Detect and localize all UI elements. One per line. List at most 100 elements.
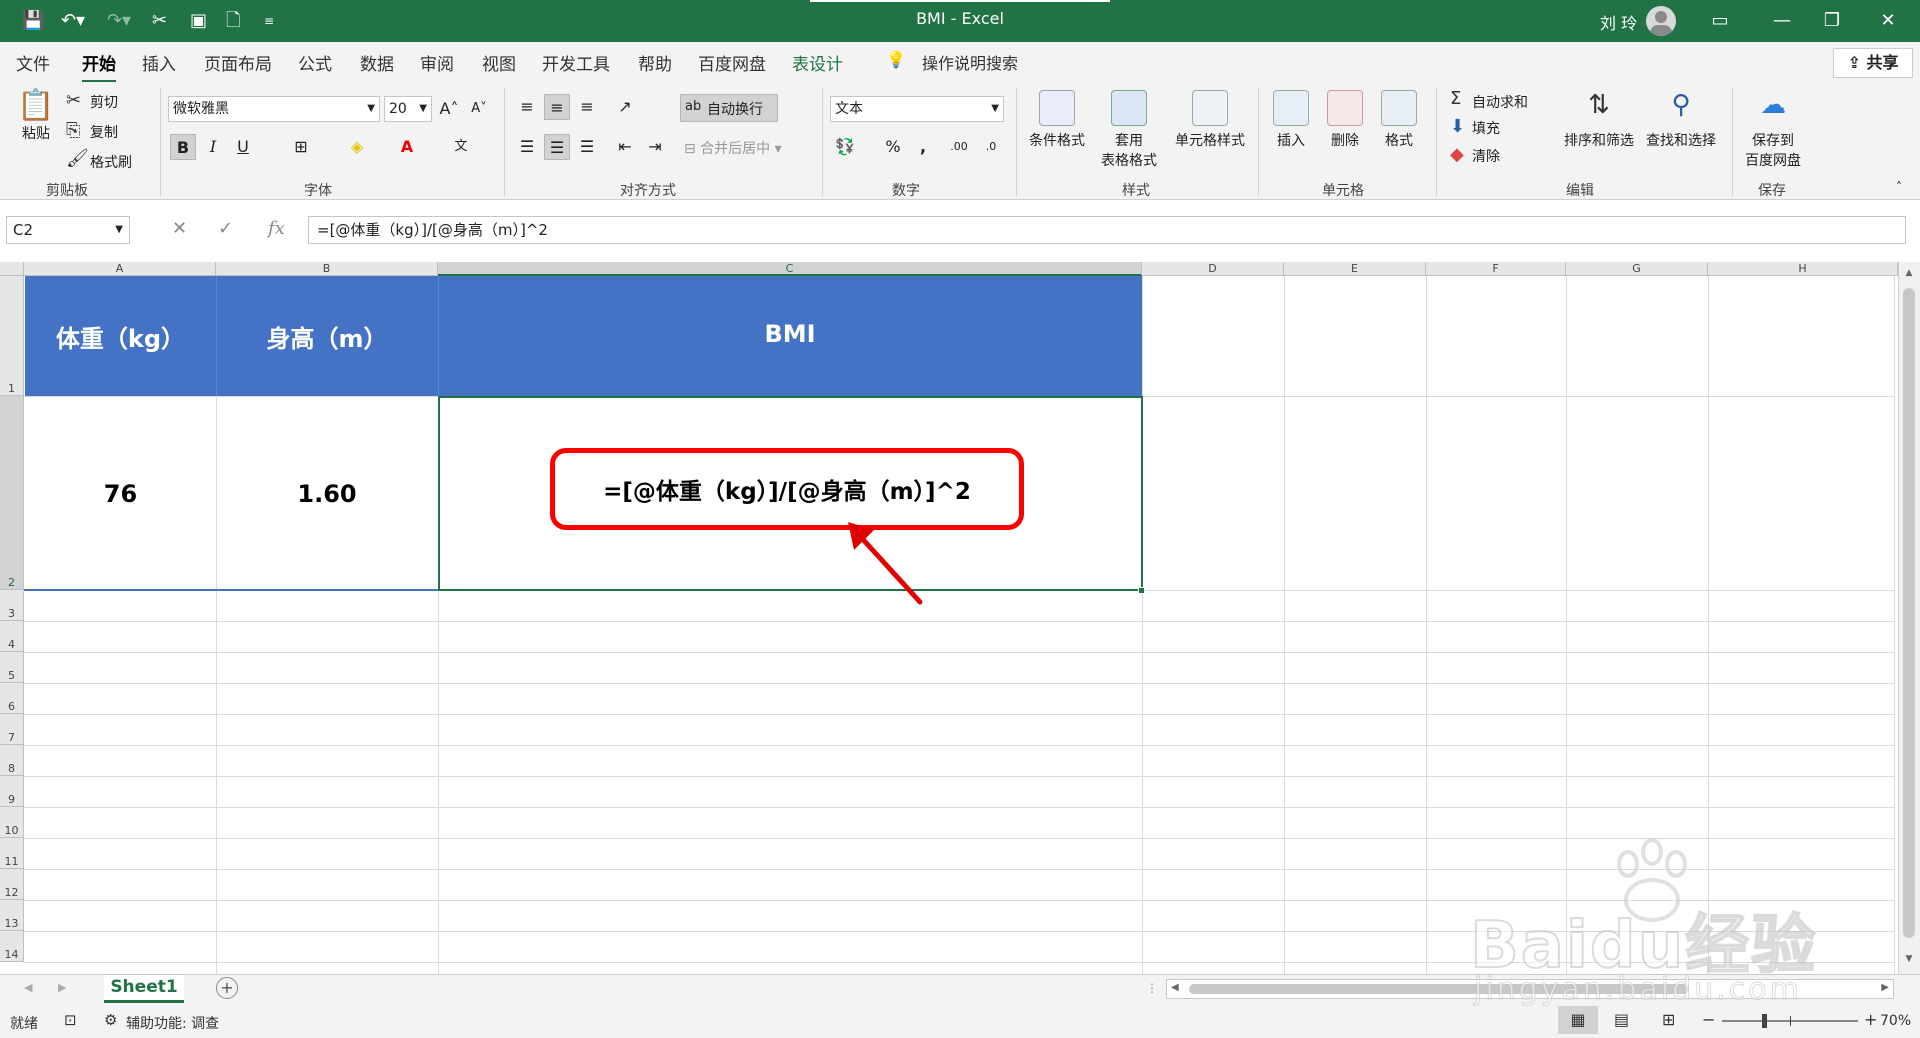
save-baidu-button[interactable]: ☁ 保存到 百度网盘 (1740, 90, 1806, 170)
italic-button[interactable]: I (200, 134, 226, 160)
collapse-ribbon-icon[interactable]: ˄ (1896, 180, 1902, 194)
formula-input[interactable]: =[@体重（kg）]/[@身高（m）]^2 (308, 216, 1906, 244)
row-header-4[interactable]: 4 (0, 621, 24, 652)
tab-help[interactable]: 帮助 (638, 50, 672, 75)
select-all-corner[interactable] (0, 262, 24, 276)
fill-color-icon[interactable]: ◈ (344, 134, 370, 160)
row-header-13[interactable]: 13 (0, 900, 24, 931)
sheet-tab-sheet1[interactable]: Sheet1 (104, 975, 184, 1003)
enter-icon[interactable]: ✓ (218, 218, 233, 239)
tab-review[interactable]: 审阅 (420, 50, 454, 75)
align-middle-icon[interactable]: ≡ (544, 94, 570, 120)
column-header-d[interactable]: D (1142, 262, 1284, 276)
insert-function-icon[interactable]: fx (268, 218, 285, 239)
border-icon[interactable]: ⊞ (288, 134, 314, 160)
cell-c1[interactable]: BMI (438, 276, 1142, 392)
avatar[interactable] (1646, 6, 1676, 36)
row-header-10[interactable]: 10 (0, 807, 24, 838)
accessibility-status[interactable]: 辅助功能: 调查 (126, 1013, 219, 1033)
row-header-6[interactable]: 6 (0, 683, 24, 714)
paste-button[interactable]: 📋 粘贴 (14, 88, 58, 143)
align-top-icon[interactable]: ≡ (514, 94, 540, 120)
split-handle-icon[interactable]: ⋮ (1146, 981, 1158, 995)
font-shrink-icon[interactable]: A˅ (466, 96, 492, 122)
tab-file[interactable]: 文件 (16, 50, 50, 75)
wrap-text-button[interactable]: ab 自动换行 (680, 94, 778, 122)
row-header-5[interactable]: 5 (0, 652, 24, 683)
row-header-9[interactable]: 9 (0, 776, 24, 807)
sort-filter-button[interactable]: ⇅ 排序和筛选 (1560, 90, 1638, 150)
scroll-right-icon[interactable]: ▶ (1881, 982, 1889, 993)
fill-button[interactable]: 填充 (1472, 118, 1500, 138)
format-painter-button[interactable]: 格式刷 (90, 152, 132, 172)
align-center-icon[interactable]: ☰ (544, 134, 570, 160)
column-header-a[interactable]: A (24, 262, 216, 276)
cell-styles-button[interactable]: 单元格样式 (1168, 90, 1252, 150)
column-header-e[interactable]: E (1284, 262, 1426, 276)
accessibility-icon[interactable]: ⚙ (104, 1011, 117, 1029)
font-grow-icon[interactable]: A˄ (436, 96, 462, 122)
normal-view-icon[interactable]: ▦ (1558, 1006, 1598, 1034)
indent-decrease-icon[interactable]: ⇤ (612, 134, 638, 160)
cancel-icon[interactable]: ✕ (172, 218, 187, 239)
tab-baidu-pan[interactable]: 百度网盘 (698, 50, 766, 75)
merge-center-button[interactable]: ⊟ 合并后居中 ▾ (684, 138, 782, 158)
row-header-8[interactable]: 8 (0, 745, 24, 776)
tab-formulas[interactable]: 公式 (298, 50, 332, 75)
scroll-down-icon[interactable]: ▼ (1902, 954, 1916, 968)
indent-increase-icon[interactable]: ⇥ (642, 134, 668, 160)
comma-button[interactable]: , (910, 134, 936, 160)
fill-handle[interactable] (1138, 587, 1145, 594)
tab-view[interactable]: 视图 (482, 50, 516, 75)
number-format-combo[interactable]: 文本 ▼ (830, 96, 1004, 122)
underline-button[interactable]: U (230, 134, 256, 160)
sheet-prev-icon[interactable]: ◀ (24, 981, 32, 994)
vertical-scrollbar[interactable]: ▲ ▼ (1898, 262, 1920, 978)
row-header-3[interactable]: 3 (0, 590, 24, 621)
close-icon[interactable]: ✕ (1868, 6, 1908, 36)
cell-b2[interactable]: 1.60 (216, 397, 438, 590)
orientation-icon[interactable]: ↗ (612, 94, 638, 120)
font-color-icon[interactable]: A (394, 134, 420, 160)
clear-button[interactable]: 清除 (1472, 146, 1500, 166)
sheet-next-icon[interactable]: ▶ (58, 981, 66, 994)
restore-icon[interactable]: ❐ (1812, 6, 1852, 36)
tell-me-search[interactable]: 操作说明搜索 (922, 50, 1018, 74)
scroll-thumb[interactable] (1903, 288, 1915, 938)
copy-button[interactable]: 复制 (90, 122, 118, 142)
lightbulb-icon[interactable]: 💡 (886, 50, 906, 69)
insert-cells-button[interactable]: 插入 (1266, 90, 1316, 150)
horizontal-scrollbar[interactable]: ◀ ▶ (1166, 979, 1894, 999)
scroll-left-icon[interactable]: ◀ (1171, 982, 1179, 993)
zoom-level[interactable]: 70% (1880, 1013, 1911, 1029)
decimal-decrease-icon[interactable]: .0 (978, 134, 1004, 160)
cell-a2[interactable]: 76 (25, 397, 216, 590)
page-layout-view-icon[interactable]: ▤ (1614, 1010, 1629, 1029)
delete-cells-button[interactable]: 删除 (1320, 90, 1370, 150)
format-cells-button[interactable]: 格式 (1374, 90, 1424, 150)
cut-button[interactable]: 剪切 (90, 92, 118, 112)
autosum-button[interactable]: 自动求和 (1472, 92, 1528, 112)
align-bottom-icon[interactable]: ≡ (574, 94, 600, 120)
font-name-combo[interactable]: 微软雅黑 ▼ (168, 96, 380, 122)
conditional-format-button[interactable]: 条件格式 (1024, 90, 1090, 150)
column-header-g[interactable]: G (1566, 262, 1708, 276)
ribbon-display-icon[interactable]: ▭ (1700, 6, 1740, 36)
zoom-out-icon[interactable]: − (1702, 1010, 1715, 1029)
macro-record-icon[interactable]: ⊡ (64, 1011, 77, 1029)
align-right-icon[interactable]: ☰ (574, 134, 600, 160)
column-header-c[interactable]: C (438, 262, 1142, 276)
scroll-up-icon[interactable]: ▲ (1902, 268, 1916, 282)
column-header-h[interactable]: H (1708, 262, 1898, 276)
row-header-7[interactable]: 7 (0, 714, 24, 745)
zoom-slider[interactable] (1722, 1014, 1858, 1028)
format-as-table-button[interactable]: 套用 表格格式 (1090, 90, 1168, 170)
row-header-11[interactable]: 11 (0, 838, 24, 869)
column-header-b[interactable]: B (216, 262, 438, 276)
tab-insert[interactable]: 插入 (142, 50, 176, 75)
phonetic-icon[interactable]: 文 (448, 134, 474, 160)
decimal-increase-icon[interactable]: .00 (946, 134, 972, 160)
tab-data[interactable]: 数据 (360, 50, 394, 75)
tab-table-design[interactable]: 表设计 (792, 50, 843, 75)
minimize-icon[interactable]: — (1762, 6, 1802, 36)
